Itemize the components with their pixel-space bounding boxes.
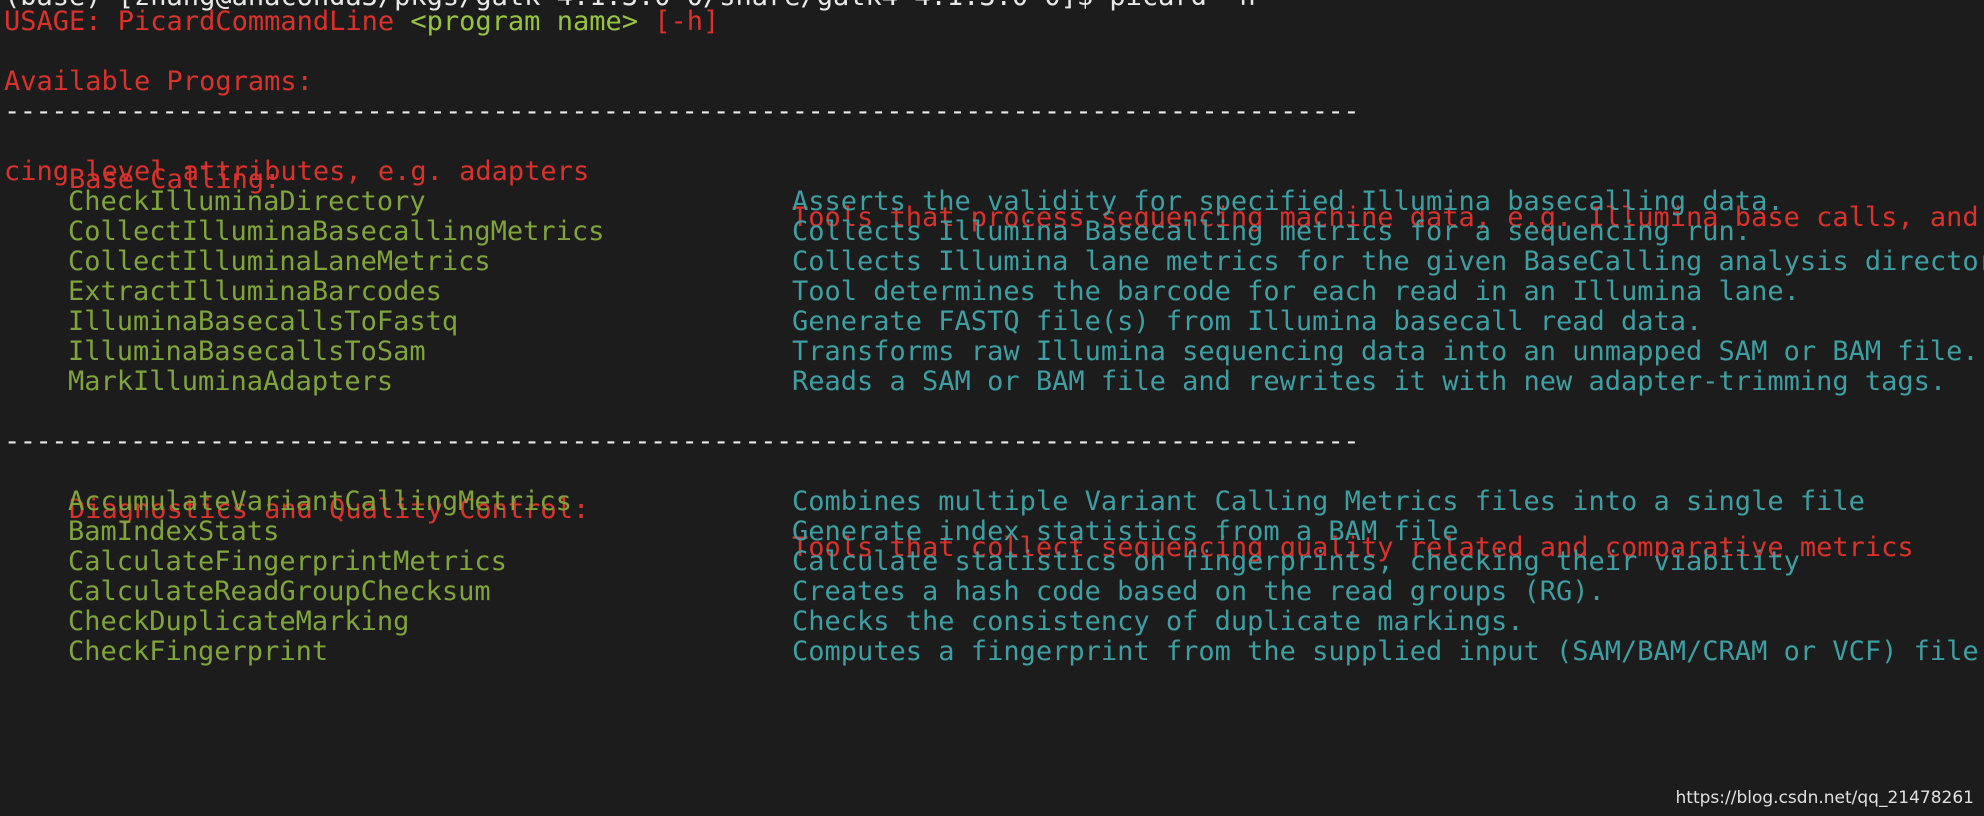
tool-row: CheckFingerprint Computes a fingerprint f… bbox=[4, 633, 1979, 671]
tool-description: Reads a SAM or BAM file and rewrites it … bbox=[792, 366, 1947, 397]
usage-help-flag: [-h] bbox=[637, 6, 720, 37]
tool-name: MarkIlluminaAdapters bbox=[68, 366, 394, 397]
tool-description: Computes a fingerprint from the supplied… bbox=[792, 636, 1979, 667]
usage-prefix: USAGE: PicardCommandLine bbox=[4, 6, 411, 37]
tool-row: MarkIlluminaAdapters Reads a SAM or BAM f… bbox=[4, 363, 1946, 401]
usage-program-placeholder: <program name> bbox=[410, 6, 638, 37]
tool-name: CheckFingerprint bbox=[68, 636, 329, 667]
watermark-url: https://blog.csdn.net/qq_21478261 bbox=[1675, 788, 1974, 808]
usage-line: USAGE: PicardCommandLine <program name> … bbox=[4, 3, 719, 41]
terminal-window[interactable]: (base) [zhang@anaconda3/pkgs/gatk-4.1.3.… bbox=[0, 0, 1984, 816]
